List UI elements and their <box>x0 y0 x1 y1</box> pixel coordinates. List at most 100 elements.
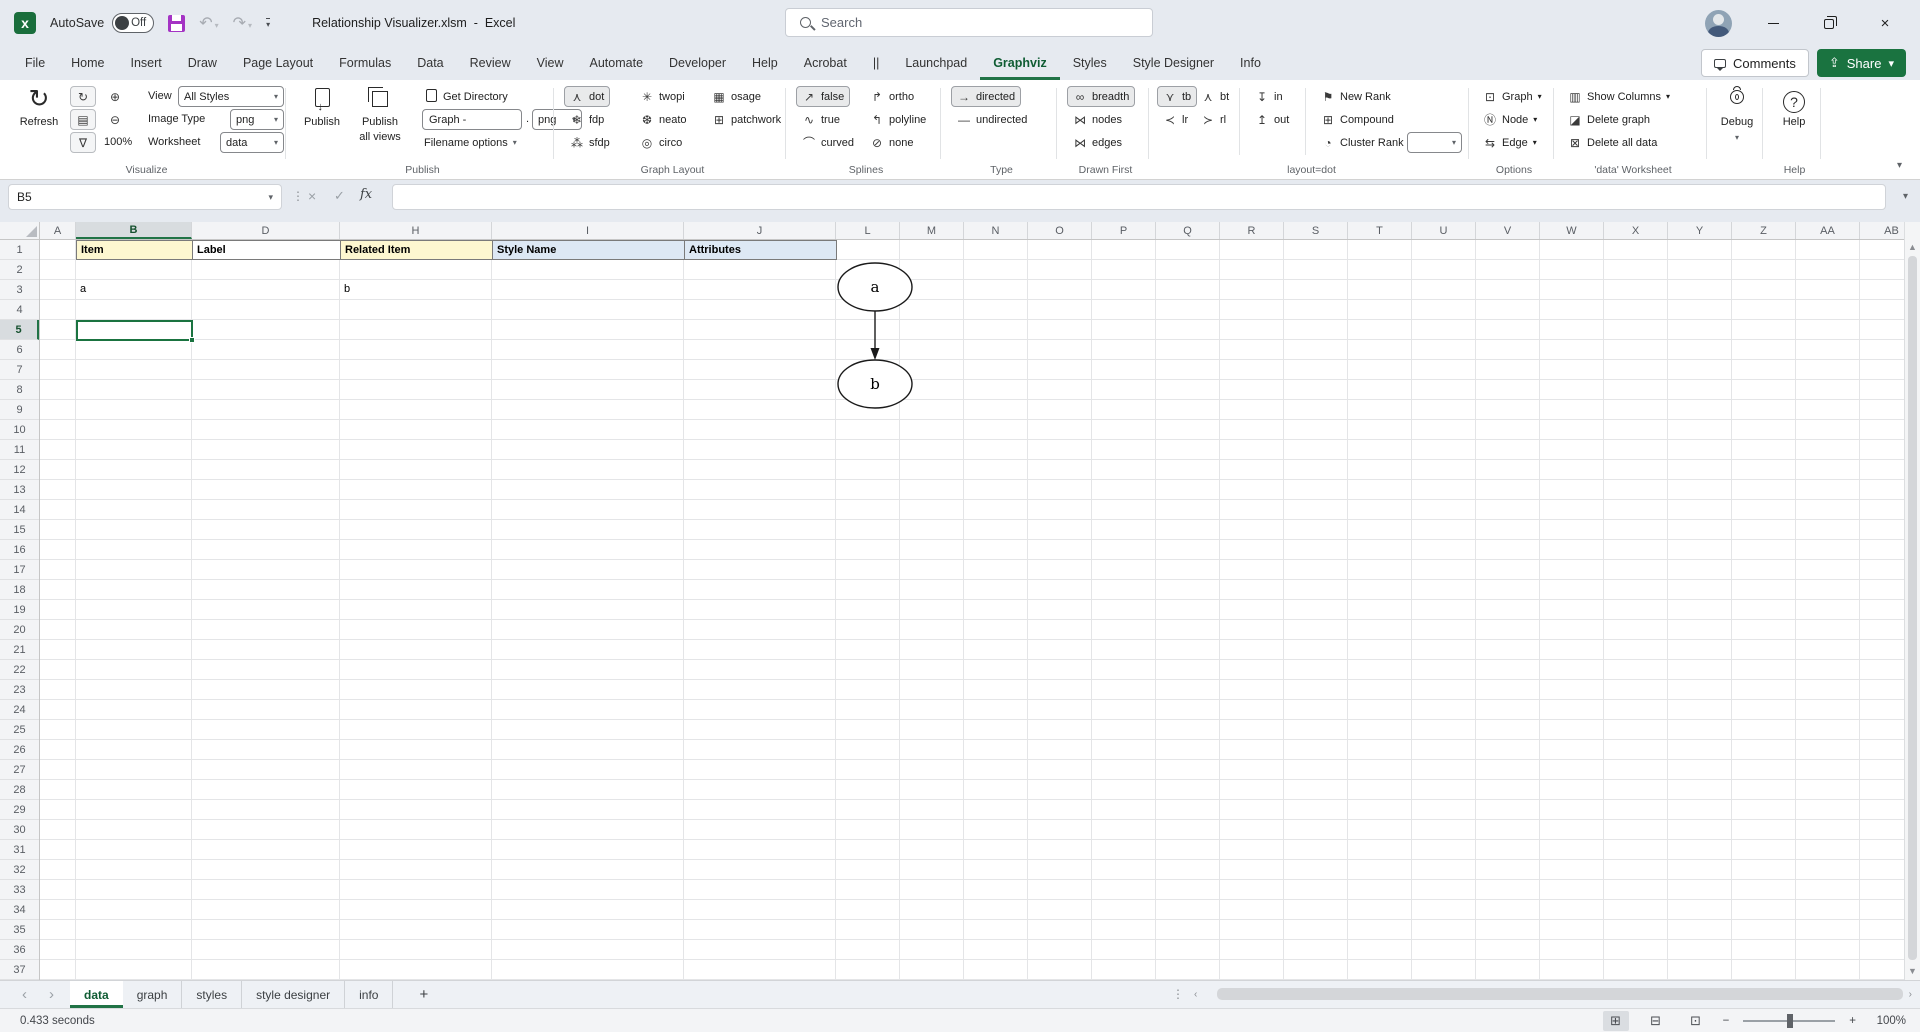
column-header[interactable]: I <box>492 222 684 239</box>
minimize-button[interactable] <box>1758 15 1788 32</box>
rankdir-lr-button[interactable]: ≺lr <box>1157 109 1194 130</box>
splines-false-button[interactable]: ↗false <box>796 86 850 107</box>
column-header[interactable]: AB <box>1860 222 1904 239</box>
normal-view-icon[interactable]: ⊞ <box>1603 1011 1629 1031</box>
column-header[interactable]: D <box>192 222 340 239</box>
row-header[interactable]: 8 <box>0 380 39 400</box>
column-header[interactable]: Z <box>1732 222 1796 239</box>
scroll-left-icon[interactable]: ‹ <box>1194 989 1197 1000</box>
row-header[interactable]: 35 <box>0 920 39 940</box>
row-header[interactable]: 5 <box>0 320 39 340</box>
next-sheet-icon[interactable]: › <box>49 986 54 1003</box>
row-header[interactable]: 27 <box>0 760 39 780</box>
zoom-in-button[interactable]: ⊕ <box>102 86 128 107</box>
row-header[interactable]: 15 <box>0 520 39 540</box>
restore-button[interactable] <box>1814 15 1844 32</box>
row-header[interactable]: 21 <box>0 640 39 660</box>
splines-polyline-button[interactable]: ↰polyline <box>864 109 932 130</box>
select-all-corner[interactable] <box>0 222 40 240</box>
insert-function-icon[interactable]: fx <box>360 187 372 202</box>
column-header[interactable]: S <box>1284 222 1348 239</box>
drawn-first-edges-button[interactable]: ⋈edges <box>1067 132 1128 153</box>
rankdir-tb-button[interactable]: ⋎tb <box>1157 86 1197 107</box>
edge-in-button[interactable]: ↧in <box>1249 86 1289 107</box>
fill-handle[interactable] <box>189 337 195 343</box>
row-header[interactable]: 36 <box>0 940 39 960</box>
row-header[interactable]: 37 <box>0 960 39 980</box>
ribbon-tab[interactable]: Help <box>739 46 791 80</box>
debug-button[interactable]: Debug ▾ <box>1710 84 1764 144</box>
column-header[interactable]: B <box>76 222 192 239</box>
splines-true-button[interactable]: ∿true <box>796 109 846 130</box>
layout-sfdp-button[interactable]: ⁂sfdp <box>564 132 616 153</box>
delete-all-data-button[interactable]: ⊠Delete all data <box>1562 132 1663 153</box>
row-header[interactable]: 25 <box>0 720 39 740</box>
drawn-first-breadth-button[interactable]: ∞breadth <box>1067 86 1135 107</box>
column-header[interactable]: O <box>1028 222 1092 239</box>
filter-button[interactable]: ∇ <box>70 132 96 153</box>
customize-qat-icon[interactable]: ▾ <box>266 18 270 29</box>
column-header[interactable]: Y <box>1668 222 1732 239</box>
compound-button[interactable]: ⊞Compound <box>1315 109 1400 130</box>
row-header[interactable]: 6 <box>0 340 39 360</box>
zoom-percent[interactable]: 100% <box>104 136 132 148</box>
graph-preview-image[interactable]: a b <box>800 262 950 412</box>
style-painter-button[interactable]: ▤ <box>70 109 96 130</box>
ribbon-tab[interactable]: Data <box>404 46 456 80</box>
selected-cell-B5[interactable] <box>76 320 193 341</box>
column-header[interactable]: P <box>1092 222 1156 239</box>
sheet-tab-data[interactable]: data <box>70 981 123 1008</box>
row-header[interactable]: 33 <box>0 880 39 900</box>
sheet-tab-styles[interactable]: styles <box>182 981 242 1008</box>
vertical-scroll-thumb[interactable] <box>1908 256 1917 960</box>
row-header[interactable]: 7 <box>0 360 39 380</box>
row-header[interactable]: 24 <box>0 700 39 720</box>
cell-H3[interactable]: b <box>340 280 493 300</box>
horizontal-scrollbar[interactable]: ⋮ ‹ › <box>1172 986 1912 1002</box>
cluster-rank-select[interactable]: ▾ <box>1407 132 1462 153</box>
ribbon-tab[interactable]: Developer <box>656 46 739 80</box>
row-header[interactable]: 30 <box>0 820 39 840</box>
ribbon-tab[interactable]: Info <box>1227 46 1274 80</box>
get-directory-button[interactable]: Get Directory <box>418 86 514 107</box>
node-options-button[interactable]: ⓃNode▾ <box>1477 109 1543 130</box>
row-header[interactable]: 3 <box>0 280 39 300</box>
chevron-down-icon[interactable]: ▾ <box>248 21 252 33</box>
splitter-dots-icon[interactable]: ⋮ <box>1172 987 1184 1001</box>
column-header[interactable]: T <box>1348 222 1412 239</box>
zoom-slider[interactable] <box>1743 1020 1835 1022</box>
close-button[interactable]: × <box>1870 15 1900 32</box>
layout-osage-button[interactable]: ▦osage <box>706 86 767 107</box>
publish-button[interactable]: Publish <box>296 84 348 129</box>
collapse-ribbon-icon[interactable]: ▾ <box>1897 160 1902 171</box>
cluster-rank-button[interactable]: ◔Cluster Rank <box>1315 132 1410 153</box>
cell-D1[interactable]: Label <box>192 240 341 260</box>
ribbon-tab[interactable]: View <box>524 46 577 80</box>
ribbon-tab[interactable]: Draw <box>175 46 230 80</box>
type-directed-button[interactable]: →directed <box>951 86 1021 107</box>
edge-options-button[interactable]: ⇆Edge▾ <box>1477 132 1543 153</box>
sheet-tab-info[interactable]: info <box>345 981 393 1008</box>
filename-options-button[interactable]: Filename options ▾ <box>418 132 523 153</box>
zoom-out-button[interactable]: ⊖ <box>102 109 128 130</box>
ribbon-tab[interactable]: Automate <box>577 46 657 80</box>
layout-circo-button[interactable]: ◎circo <box>634 132 688 153</box>
refresh-button[interactable]: ↻ Refresh <box>12 84 66 129</box>
comments-button[interactable]: Comments <box>1701 49 1809 77</box>
ribbon-tab[interactable]: Review <box>457 46 524 80</box>
column-header[interactable]: W <box>1540 222 1604 239</box>
ribbon-tab[interactable]: Home <box>58 46 117 80</box>
cancel-icon[interactable]: × <box>308 188 316 204</box>
page-break-view-icon[interactable]: ⊡ <box>1683 1011 1709 1031</box>
column-header[interactable]: X <box>1604 222 1668 239</box>
layout-patchwork-button[interactable]: ⊞patchwork <box>706 109 787 130</box>
undo-button[interactable]: ↶▾ <box>199 13 218 33</box>
column-header[interactable]: A <box>40 222 76 239</box>
column-header[interactable]: H <box>340 222 492 239</box>
ribbon-tab[interactable]: Styles <box>1060 46 1120 80</box>
layout-neato-button[interactable]: ❆neato <box>634 109 693 130</box>
ribbon-tab[interactable]: Page Layout <box>230 46 326 80</box>
row-header[interactable]: 10 <box>0 420 39 440</box>
row-header[interactable]: 2 <box>0 260 39 280</box>
scroll-up-icon[interactable]: ▲ <box>1905 242 1920 252</box>
